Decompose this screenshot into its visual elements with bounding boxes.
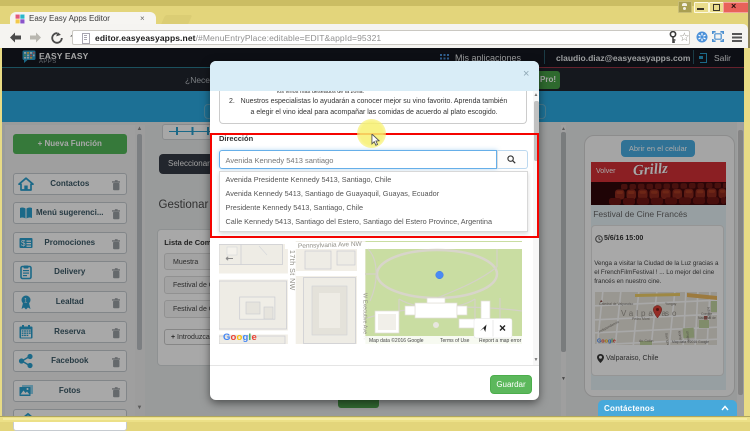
svg-text:W Executive Ave N: W Executive Ave N — [362, 293, 368, 340]
svg-text:l: l — [249, 332, 251, 343]
svg-text:Map data ©2016 Google: Map data ©2016 Google — [369, 337, 424, 344]
svg-text:Terms of Use: Terms of Use — [440, 338, 470, 344]
svg-text:e: e — [252, 332, 257, 343]
svg-text:17th St NW: 17th St NW — [288, 250, 295, 291]
svg-text:G: G — [223, 332, 230, 343]
svg-text:Report a map error: Report a map error — [479, 338, 522, 344]
